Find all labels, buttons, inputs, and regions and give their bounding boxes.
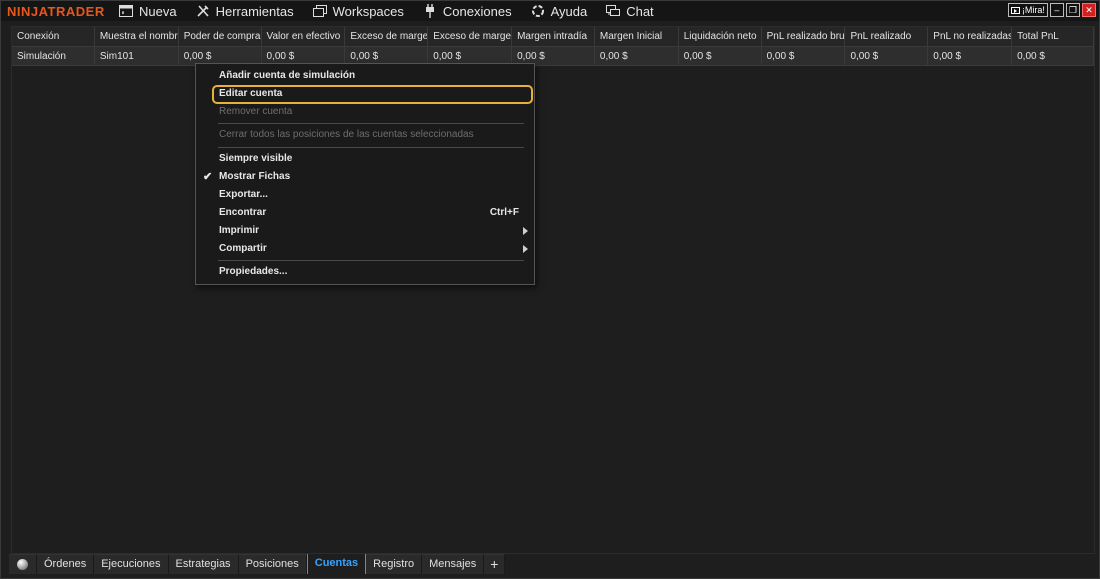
menu-item-close-all-positions: Cerrar todos las posiciones de las cuent…: [219, 129, 474, 140]
context-menu: Añadir cuenta de simulación Editar cuent…: [195, 63, 535, 285]
menu-item-share-label: Compartir: [219, 243, 267, 254]
shortcut-label: Ctrl+F: [489, 207, 519, 218]
table-cell: 0,00 $: [928, 47, 1013, 65]
mira-button[interactable]: ¡Mira!: [1007, 3, 1048, 17]
tab-posiciones[interactable]: Posiciones: [238, 554, 307, 574]
chat-icon: [606, 4, 621, 18]
tab-ejecuciones[interactable]: Ejecuciones: [94, 554, 169, 574]
column-header[interactable]: Exceso de margen: [428, 27, 513, 46]
tab-cuentas[interactable]: Cuentas: [306, 554, 367, 574]
bottom-tab-bar: Órdenes Ejecuciones Estrategias Posicion…: [9, 554, 506, 574]
grid-header: Conexión Muestra el nombre Poder de comp…: [12, 27, 1094, 47]
menu-separator: [218, 123, 524, 124]
menu-item-remove-account: Remover cuenta: [219, 106, 293, 117]
minimize-button[interactable]: –: [1049, 3, 1064, 17]
column-header[interactable]: PnL realizado: [845, 27, 929, 46]
ninjatrader-logo: NINJATRADER: [7, 3, 105, 19]
menu-separator: [218, 147, 524, 148]
menu-item-print-label: Imprimir: [219, 225, 260, 236]
menu-ayuda-label: Ayuda: [550, 3, 588, 19]
menu-workspaces-label: Workspaces: [332, 3, 404, 19]
menu-item-share[interactable]: Compartir: [196, 240, 534, 258]
column-header[interactable]: Conexión: [12, 27, 95, 46]
menu-bar: NINJATRADER Nueva Herramientas Workspace…: [1, 1, 1099, 21]
accounts-grid[interactable]: Conexión Muestra el nombre Poder de comp…: [11, 26, 1095, 554]
menu-item-find-label: Encontrar: [219, 207, 267, 218]
table-cell: 0,00 $: [595, 47, 679, 65]
menu-item-show-tabs[interactable]: ✔ Mostrar Fichas: [196, 168, 534, 186]
menu-conexiones-label: Conexiones: [442, 3, 512, 19]
column-header[interactable]: Exceso de margen: [345, 27, 429, 46]
menu-item-print[interactable]: Imprimir: [196, 222, 534, 240]
plus-icon: +: [490, 556, 499, 572]
new-window-icon: [119, 4, 133, 18]
menu-workspaces[interactable]: Workspaces: [312, 1, 404, 21]
accounts-window: NINJATRADER Nueva Herramientas Workspace…: [0, 0, 1100, 579]
table-row[interactable]: Simulación Sim101 0,00 $ 0,00 $ 0,00 $ 0…: [12, 47, 1094, 66]
help-ring-icon: [531, 4, 545, 18]
table-cell: Simulación: [12, 47, 95, 65]
column-header[interactable]: PnL realizado bruto: [762, 27, 846, 46]
close-button[interactable]: ✕: [1082, 3, 1096, 17]
menu-item-always-visible[interactable]: Siempre visible: [196, 150, 534, 168]
table-cell: 0,00 $: [679, 47, 762, 65]
table-cell: Sim101: [95, 47, 179, 65]
menu-item-find[interactable]: Encontrar Ctrl+F: [196, 204, 534, 222]
tab-ball[interactable]: [9, 554, 37, 574]
menu-item-export[interactable]: Exportar...: [196, 186, 534, 204]
ball-icon: [17, 559, 28, 570]
tools-icon: [196, 4, 210, 18]
menu-item-properties[interactable]: Propiedades...: [196, 263, 534, 281]
restore-button[interactable]: ❐: [1065, 3, 1080, 17]
tab-mensajes[interactable]: Mensajes: [422, 554, 485, 574]
column-header[interactable]: Liquidación neto: [679, 27, 762, 46]
add-tab-button[interactable]: +: [484, 554, 506, 574]
column-header[interactable]: PnL no realizadas: [928, 27, 1013, 46]
menu-item-add-sim-account[interactable]: Añadir cuenta de simulación: [196, 67, 534, 85]
tab-estrategias[interactable]: Estrategias: [168, 554, 239, 574]
menu-item-edit-account[interactable]: Editar cuenta: [196, 85, 534, 103]
plug-icon: [423, 4, 437, 18]
column-header[interactable]: Muestra el nombre: [95, 27, 179, 46]
menu-nueva[interactable]: Nueva: [119, 1, 177, 21]
menu-herramientas-label: Herramientas: [215, 3, 294, 19]
table-cell: 0,00 $: [762, 47, 846, 65]
column-header[interactable]: Total PnL: [1012, 27, 1094, 46]
workspaces-icon: [312, 4, 327, 18]
menu-chat[interactable]: Chat: [606, 1, 654, 21]
submenu-arrow-icon: [523, 245, 528, 253]
table-cell: 0,00 $: [1012, 47, 1094, 65]
column-header[interactable]: Valor en efectivo: [262, 27, 346, 46]
window-controls: ¡Mira! – ❐ ✕: [1007, 3, 1096, 17]
mira-label: ¡Mira!: [1021, 5, 1045, 15]
menu-separator: [218, 260, 524, 261]
menu-nueva-label: Nueva: [139, 3, 177, 19]
tab-ordenes[interactable]: Órdenes: [37, 554, 95, 574]
menu-item-show-tabs-label: Mostrar Fichas: [219, 171, 291, 182]
tv-icon: [1010, 6, 1020, 14]
column-header[interactable]: Margen intradía: [512, 27, 595, 46]
checkmark-icon: ✔: [203, 171, 213, 183]
menu-herramientas[interactable]: Herramientas: [196, 1, 294, 21]
tab-registro[interactable]: Registro: [366, 554, 423, 574]
column-header[interactable]: Poder de compra: [179, 27, 262, 46]
menu-conexiones[interactable]: Conexiones: [423, 1, 512, 21]
menu-ayuda[interactable]: Ayuda: [531, 1, 588, 21]
table-cell: 0,00 $: [845, 47, 929, 65]
submenu-arrow-icon: [523, 227, 528, 235]
column-header[interactable]: Margen Inicial: [595, 27, 679, 46]
menu-chat-label: Chat: [626, 3, 654, 19]
